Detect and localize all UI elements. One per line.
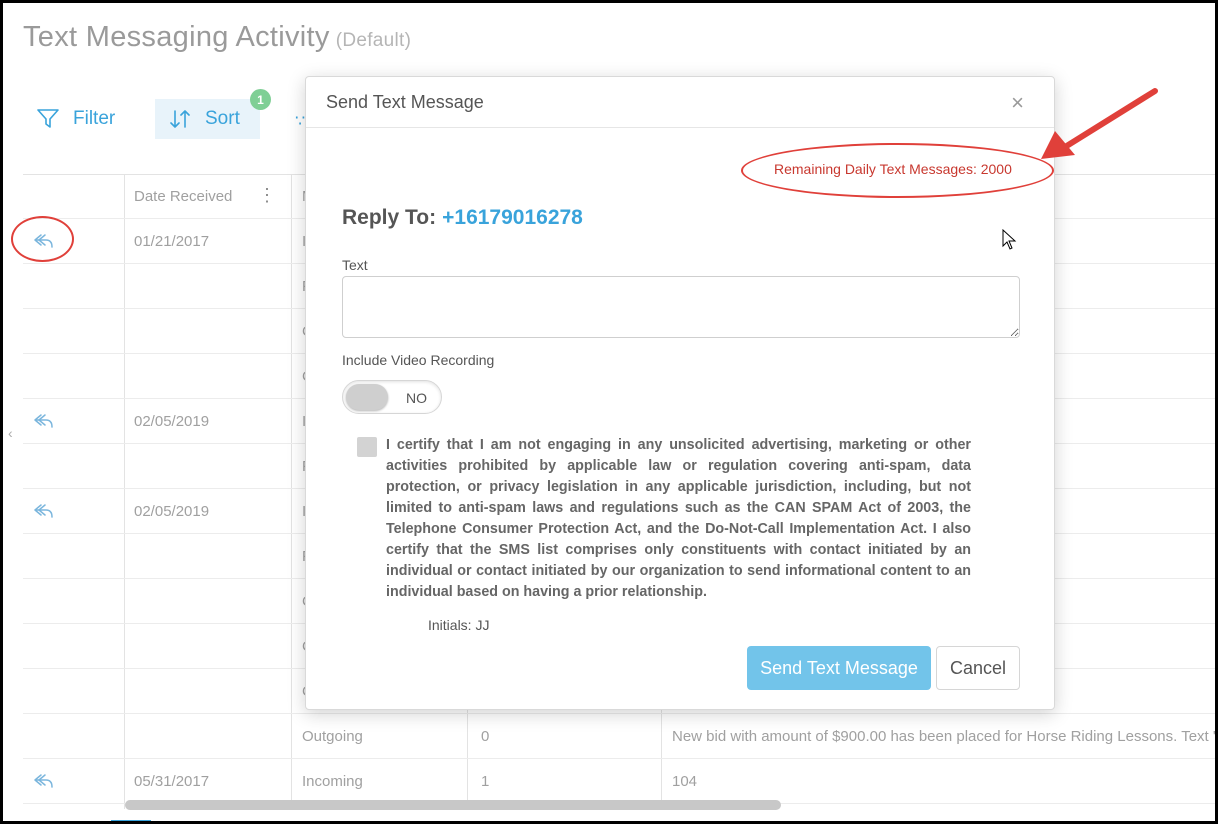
filter-label: Filter	[73, 108, 116, 129]
row-count: 1	[481, 772, 490, 790]
row-date: 05/31/2017	[134, 772, 210, 790]
row-direction: Incoming	[302, 772, 363, 790]
row-date	[134, 714, 294, 758]
table-row[interactable]: Outgoing 0 New bid with amount of $900.00 …	[23, 714, 1218, 759]
annotation-circle-remaining	[741, 143, 1054, 198]
row-date	[134, 669, 294, 713]
certify-checkbox[interactable]	[357, 437, 377, 457]
row-message: New bid with amount of $900.00 has been …	[672, 727, 1218, 745]
filter-icon	[37, 109, 59, 128]
row-count: 0	[481, 727, 490, 745]
row-date: 01/21/2017	[134, 232, 210, 250]
page-subtitle: (Default)	[335, 30, 412, 51]
reply-icon[interactable]	[33, 501, 57, 521]
row-date	[134, 354, 294, 398]
column-menu-icon[interactable]: ⋮	[258, 185, 276, 206]
reply-to: Reply To: +16179016278	[342, 206, 583, 230]
page-title: Text Messaging Activity (Default)	[23, 21, 411, 54]
row-date	[134, 534, 294, 578]
row-icon-cell	[23, 759, 124, 803]
modal-header: Send Text Message ×	[306, 77, 1054, 128]
row-date	[134, 624, 294, 668]
row-date: 02/05/2019	[134, 502, 210, 520]
row-icon-cell	[23, 669, 124, 713]
row-icon-cell	[23, 399, 124, 443]
row-direction: Outgoing	[302, 727, 363, 745]
horizontal-scrollbar[interactable]	[125, 800, 781, 810]
row-icon-cell	[23, 534, 124, 578]
row-date	[134, 309, 294, 353]
sort-label: Sort	[205, 108, 240, 129]
reply-icon[interactable]	[33, 411, 57, 431]
row-icon-cell	[23, 264, 124, 308]
row-icon-cell	[23, 624, 124, 668]
filter-button[interactable]: Filter	[37, 99, 115, 139]
toggle-knob	[346, 384, 388, 410]
video-toggle[interactable]: NO	[342, 380, 442, 414]
sort-count-badge: 1	[250, 89, 271, 110]
row-message: 104	[672, 772, 698, 790]
chevron-left-icon[interactable]: ‹	[8, 425, 13, 441]
annotation-circle-reply	[11, 216, 74, 262]
reply-to-label: Reply To:	[342, 206, 437, 229]
certify-text: I certify that I am not engaging in any …	[386, 437, 971, 600]
close-icon[interactable]: ×	[1011, 90, 1024, 116]
table-row[interactable]: 05/31/2017 Incoming 1 104	[23, 759, 1215, 804]
row-icon-cell	[23, 489, 124, 533]
scroll-indicator	[111, 820, 151, 821]
initials: Initials: JJ	[428, 617, 490, 633]
message-textarea[interactable]	[342, 276, 1020, 338]
video-label: Include Video Recording	[342, 352, 495, 368]
reply-to-number[interactable]: +16179016278	[442, 206, 583, 229]
group-icon[interactable]: ∵	[295, 111, 305, 131]
reply-icon[interactable]	[33, 771, 57, 791]
page-title-text: Text Messaging Activity	[23, 21, 330, 53]
row-date	[134, 444, 294, 488]
annotation-arrow-icon	[1041, 88, 1158, 159]
mouse-cursor-icon	[1002, 229, 1017, 250]
text-label: Text	[342, 257, 368, 273]
cancel-button[interactable]: Cancel	[936, 646, 1020, 690]
row-icon-cell	[23, 354, 124, 398]
send-text-button[interactable]: Send Text Message	[747, 646, 931, 690]
row-icon-cell	[23, 309, 124, 353]
sort-button[interactable]: Sort	[155, 99, 260, 139]
row-date: 02/05/2019	[134, 412, 210, 430]
row-date	[134, 579, 294, 623]
row-date	[134, 264, 294, 308]
toggle-state: NO	[406, 390, 427, 406]
row-icon-cell	[23, 444, 124, 488]
row-icon-cell	[23, 714, 124, 758]
sort-icon	[170, 110, 190, 128]
row-icon-cell	[23, 579, 124, 623]
screenshot-frame: Text Messaging Activity (Default) Filter …	[0, 0, 1218, 824]
modal-title: Send Text Message	[326, 92, 484, 112]
